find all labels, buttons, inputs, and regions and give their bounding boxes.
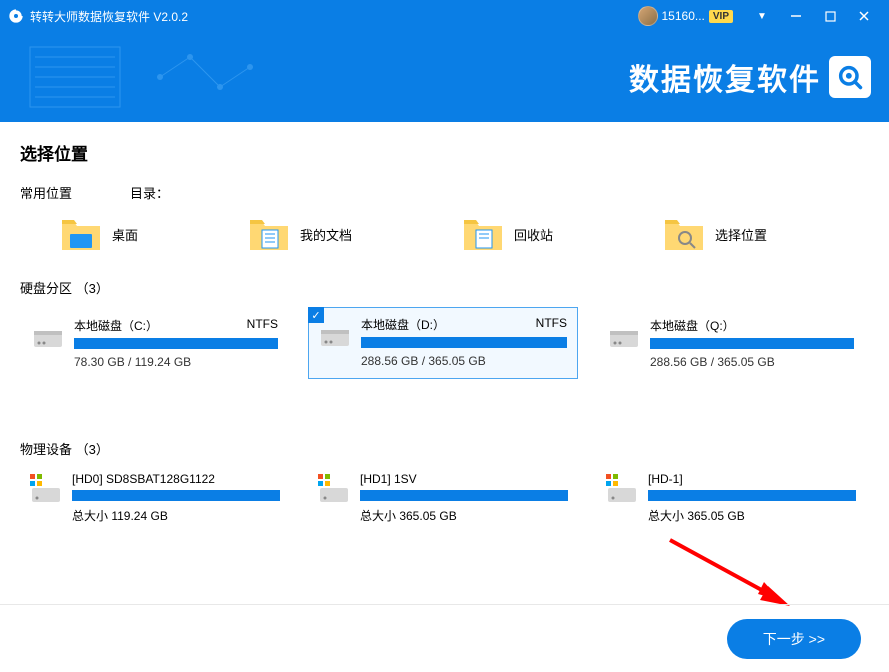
desktop-folder-icon [60,216,102,252]
app-title: 转转大师数据恢复软件 V2.0.2 [30,8,638,25]
common-label: 常用位置 [20,183,72,202]
main-content: 选择位置 常用位置 目录： 桌面 我的文档 回收站 选择位置 硬盘分区 （3） … [0,122,889,528]
device-hd0[interactable]: [HD0] SD8SBAT128G1122 总大小 119.24 GB [20,468,290,528]
device-icon [30,476,62,504]
partition-grid: 本地磁盘（C:） NTFS 78.30 GB / 119.24 GB 本地磁盘（D… [20,307,869,379]
recycle-folder-icon [462,216,504,252]
location-label: 桌面 [112,225,138,244]
partition-c[interactable]: 本地磁盘（C:） NTFS 78.30 GB / 119.24 GB [20,307,290,379]
hdd-icon [32,323,64,349]
partition-title: 硬盘分区 （3） [20,278,869,297]
device-title: 物理设备 （3） [20,439,869,458]
location-documents[interactable]: 我的文档 [248,216,352,252]
drive-size: 288.56 GB / 365.05 GB [650,355,854,369]
close-button[interactable] [847,0,881,32]
titlebar: 转转大师数据恢复软件 V2.0.2 15160... VIP ▼ [0,0,889,32]
device-name: [HD0] SD8SBAT128G1122 [72,472,280,486]
drive-name: 本地磁盘（Q:） [650,317,735,334]
drive-fs: NTFS [536,316,567,333]
device-icon [318,476,350,504]
maximize-button[interactable] [813,0,847,32]
vip-badge: VIP [709,10,733,23]
device-name: [HD1] 1SV [360,472,568,486]
header-banner: 数据恢复软件 [0,32,889,122]
common-locations: 桌面 我的文档 回收站 选择位置 [20,216,869,252]
brand-text: 数据恢复软件 [629,55,821,99]
location-label: 回收站 [514,225,553,244]
device-icon [606,476,638,504]
device-grid: [HD0] SD8SBAT128G1122 总大小 119.24 GB [HD1… [20,468,869,528]
drive-fs: NTFS [247,317,278,334]
choose-folder-icon [663,216,705,252]
usage-bar [74,338,278,349]
device-size: 总大小 365.05 GB [360,507,568,524]
page-title: 选择位置 [20,140,869,165]
brand-icon [829,56,871,98]
hdd-icon [608,323,640,349]
app-logo-icon [8,8,24,24]
device-hd-1[interactable]: [HD-1] 总大小 365.05 GB [596,468,866,528]
hdd-icon [319,322,351,348]
decor-graphic [20,42,280,112]
location-choose[interactable]: 选择位置 [663,216,767,252]
next-button[interactable]: 下一步 >> [727,619,861,659]
partition-q[interactable]: 本地磁盘（Q:） 288.56 GB / 365.05 GB [596,307,866,379]
minimize-button[interactable] [779,0,813,32]
avatar [638,6,658,26]
drive-size: 78.30 GB / 119.24 GB [74,355,278,369]
device-name: [HD-1] [648,472,856,486]
drive-name: 本地磁盘（C:） [74,317,158,334]
location-recycle[interactable]: 回收站 [462,216,553,252]
partition-d[interactable]: 本地磁盘（D:） NTFS 288.56 GB / 365.05 GB [308,307,578,379]
directory-label: 目录： [130,183,169,202]
usage-bar [361,337,567,348]
device-hd1[interactable]: [HD1] 1SV 总大小 365.05 GB [308,468,578,528]
location-desktop[interactable]: 桌面 [60,216,138,252]
location-label: 选择位置 [715,225,767,244]
menu-dropdown-button[interactable]: ▼ [745,0,779,32]
username: 15160... [662,9,705,23]
footer: 下一步 >> [0,604,889,672]
device-size: 总大小 119.24 GB [72,507,280,524]
documents-folder-icon [248,216,290,252]
usage-bar [72,490,280,501]
drive-name: 本地磁盘（D:） [361,316,445,333]
drive-size: 288.56 GB / 365.05 GB [361,354,567,368]
usage-bar [648,490,856,501]
user-area[interactable]: 15160... VIP [638,6,734,26]
common-header: 常用位置 目录： [20,183,869,202]
location-label: 我的文档 [300,225,352,244]
usage-bar [650,338,854,349]
device-size: 总大小 365.05 GB [648,507,856,524]
usage-bar [360,490,568,501]
